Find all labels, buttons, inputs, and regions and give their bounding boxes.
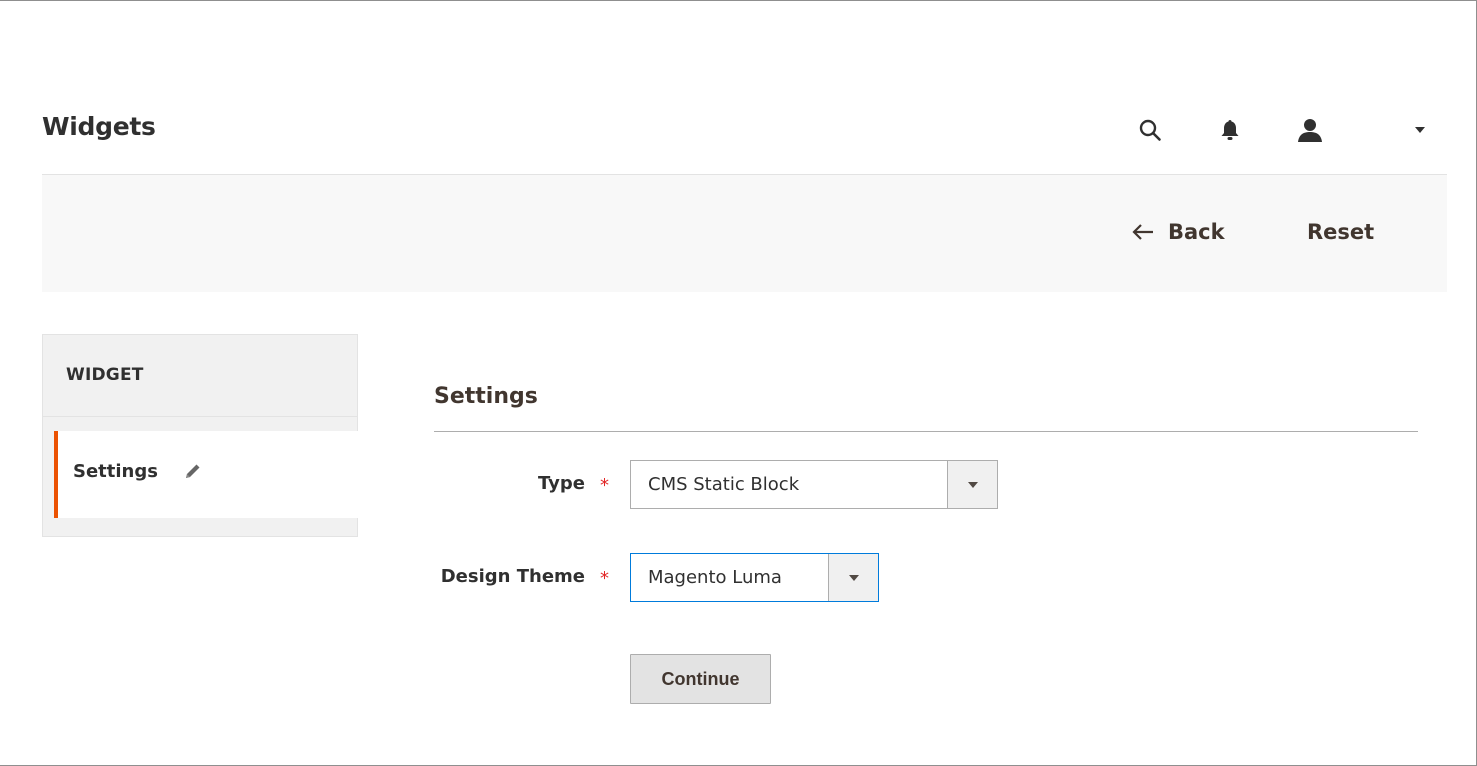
reset-button[interactable]: Reset xyxy=(1307,215,1374,249)
design-theme-required-mark: * xyxy=(600,568,609,589)
type-select-toggle[interactable] xyxy=(947,461,997,508)
caret-down-icon[interactable] xyxy=(1400,110,1440,150)
section-divider xyxy=(434,431,1418,432)
sidebar-item-label: Settings xyxy=(73,461,158,482)
search-icon[interactable] xyxy=(1130,110,1170,150)
sidebar: WIDGET Settings xyxy=(42,334,358,537)
back-button[interactable]: Back xyxy=(1132,215,1225,249)
reset-button-label: Reset xyxy=(1307,220,1375,244)
caret-down-icon xyxy=(967,481,978,488)
design-theme-select[interactable]: Magento Luma xyxy=(630,553,879,602)
back-button-label: Back xyxy=(1168,220,1225,244)
page-actions-bar: Back Reset xyxy=(42,175,1447,292)
caret-down-icon xyxy=(848,574,859,581)
header-actions xyxy=(1130,110,1440,150)
arrow-left-icon xyxy=(1132,224,1153,240)
section-title: Settings xyxy=(434,384,538,409)
sidebar-divider xyxy=(43,416,357,417)
user-icon[interactable] xyxy=(1290,110,1330,150)
design-theme-label: Design Theme xyxy=(440,566,585,587)
design-theme-select-toggle[interactable] xyxy=(828,554,878,601)
page-title: Widgets xyxy=(42,112,156,141)
bell-icon[interactable] xyxy=(1210,110,1250,150)
type-label: Type xyxy=(538,473,585,494)
continue-button[interactable]: Continue xyxy=(630,654,771,704)
type-select-value: CMS Static Block xyxy=(648,474,800,495)
type-select[interactable]: CMS Static Block xyxy=(630,460,998,509)
design-theme-select-value: Magento Luma xyxy=(648,567,782,588)
type-required-mark: * xyxy=(600,475,609,496)
sidebar-title: WIDGET xyxy=(66,365,144,385)
pencil-icon xyxy=(183,461,203,481)
